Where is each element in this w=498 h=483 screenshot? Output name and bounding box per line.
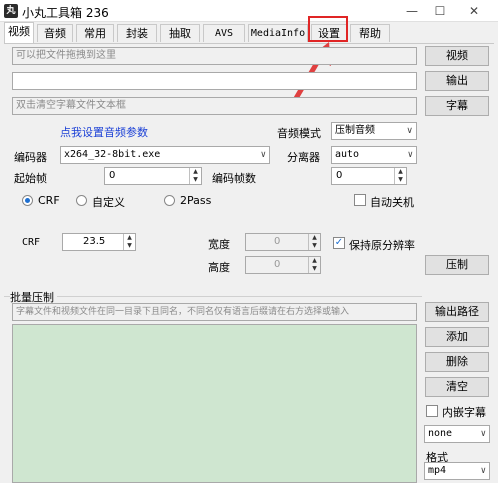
crf-label: CRF	[22, 237, 41, 248]
video-button[interactable]: 视频	[425, 46, 489, 66]
audio-mode-label: 音频模式	[277, 127, 321, 140]
format-select[interactable]: mp4 ∨	[424, 462, 490, 480]
chevron-down-icon: ∨	[480, 429, 486, 439]
auto-shutdown-checkbox[interactable]	[354, 194, 366, 206]
height-label: 高度	[208, 261, 230, 274]
width-value: 0	[274, 236, 281, 247]
encode-frames-label: 编码帧数	[212, 172, 256, 185]
tab-video[interactable]: 视频	[4, 22, 34, 43]
chevron-down-icon: ∨	[406, 126, 413, 136]
output-path-input[interactable]	[12, 72, 417, 90]
stepper-arrows-icon[interactable]: ▲ ▼	[308, 257, 320, 273]
subtitle-lang-select[interactable]: none ∨	[424, 425, 490, 443]
custom-radio[interactable]	[76, 195, 87, 206]
title-bar: 丸 小丸工具箱 236 — ☐ ✕	[0, 0, 498, 22]
stepper-arrows-icon[interactable]: ▲ ▼	[123, 234, 135, 250]
audio-mode-select[interactable]: 压制音频 ∨	[331, 122, 417, 140]
splitter-label: 分离器	[287, 151, 320, 164]
subtitle-lang-value: none	[428, 428, 453, 439]
encoder-value: x264_32-8bit.exe	[64, 149, 161, 160]
window-title: 小丸工具箱 236	[22, 6, 109, 20]
custom-radio-label: 自定义	[92, 196, 125, 209]
tab-common[interactable]: 常用	[76, 24, 114, 42]
auto-shutdown-label: 自动关机	[370, 196, 414, 209]
video-file-input[interactable]: 可以把文件拖拽到这里	[12, 47, 417, 65]
audio-mode-value: 压制音频	[335, 125, 375, 136]
tab-help[interactable]: 帮助	[350, 24, 390, 42]
tab-extract[interactable]: 抽取	[160, 24, 200, 42]
start-frame-value: 0	[109, 170, 116, 181]
tab-audio[interactable]: 音频	[37, 24, 73, 42]
width-stepper[interactable]: 0 ▲ ▼	[245, 233, 321, 251]
crf-radio[interactable]	[22, 195, 33, 206]
chevron-down-icon: ∨	[260, 150, 266, 160]
crf-value: 23.5	[83, 236, 106, 247]
subtitle-file-input[interactable]: 双击清空字幕文件文本框	[12, 97, 417, 115]
stepper-arrows-icon[interactable]: ▲ ▼	[394, 168, 406, 184]
format-value: mp4	[428, 465, 447, 476]
encoder-label: 编码器	[14, 151, 47, 164]
app-icon: 丸	[4, 4, 18, 18]
tab-avs[interactable]: AVS	[203, 24, 245, 42]
add-button[interactable]: 添加	[425, 327, 489, 347]
height-value: 0	[274, 259, 281, 270]
start-frame-stepper[interactable]: 0 ▲ ▼	[104, 167, 202, 185]
batch-group-divider	[4, 296, 422, 297]
stepper-arrows-icon[interactable]: ▲ ▼	[189, 168, 201, 184]
batch-file-list[interactable]	[12, 324, 417, 483]
splitter-value: auto	[335, 149, 360, 160]
batch-hint-input[interactable]: 字幕文件和视频文件在同一目录下且同名，不同名仅有语言后缀请在右方选择或输入	[12, 303, 417, 321]
maximize-icon[interactable]: ☐	[426, 2, 454, 20]
tab-mux[interactable]: 封装	[117, 24, 157, 42]
crf-radio-label: CRF	[38, 194, 60, 207]
subtitle-button[interactable]: 字幕	[425, 96, 489, 116]
encode-button[interactable]: 压制	[425, 255, 489, 275]
splitter-select[interactable]: auto ∨	[331, 146, 417, 164]
width-label: 宽度	[208, 238, 230, 251]
output-button[interactable]: 输出	[425, 71, 489, 91]
keep-resolution-label: 保持原分辨率	[349, 239, 415, 252]
encode-frames-stepper[interactable]: 0 ▲ ▼	[331, 167, 407, 185]
encoder-select[interactable]: x264_32-8bit.exe ∨	[60, 146, 270, 164]
start-frame-label: 起始帧	[14, 172, 47, 185]
embed-subtitle-label: 内嵌字幕	[442, 406, 486, 419]
output-path-button[interactable]: 输出路径	[425, 302, 489, 322]
audio-params-link[interactable]: 点我设置音频参数	[60, 124, 148, 140]
encode-frames-value: 0	[336, 170, 343, 181]
twopass-radio-label: 2Pass	[180, 194, 212, 207]
clear-button[interactable]: 清空	[425, 377, 489, 397]
chevron-down-icon: ∨	[407, 150, 413, 160]
keep-resolution-checkbox[interactable]: ✓	[333, 237, 345, 249]
chevron-down-icon: ∨	[480, 466, 486, 476]
embed-subtitle-checkbox[interactable]	[426, 405, 438, 417]
crf-stepper[interactable]: 23.5 ▲ ▼	[62, 233, 136, 251]
height-stepper[interactable]: 0 ▲ ▼	[245, 256, 321, 274]
twopass-radio[interactable]	[164, 195, 175, 206]
close-icon[interactable]: ✕	[460, 2, 488, 20]
tab-bar: 视频 音频 常用 封装 抽取 AVS MediaInfo 设置 帮助	[4, 22, 494, 44]
stepper-arrows-icon[interactable]: ▲ ▼	[308, 234, 320, 250]
delete-button[interactable]: 删除	[425, 352, 489, 372]
minimize-icon[interactable]: —	[398, 2, 426, 20]
